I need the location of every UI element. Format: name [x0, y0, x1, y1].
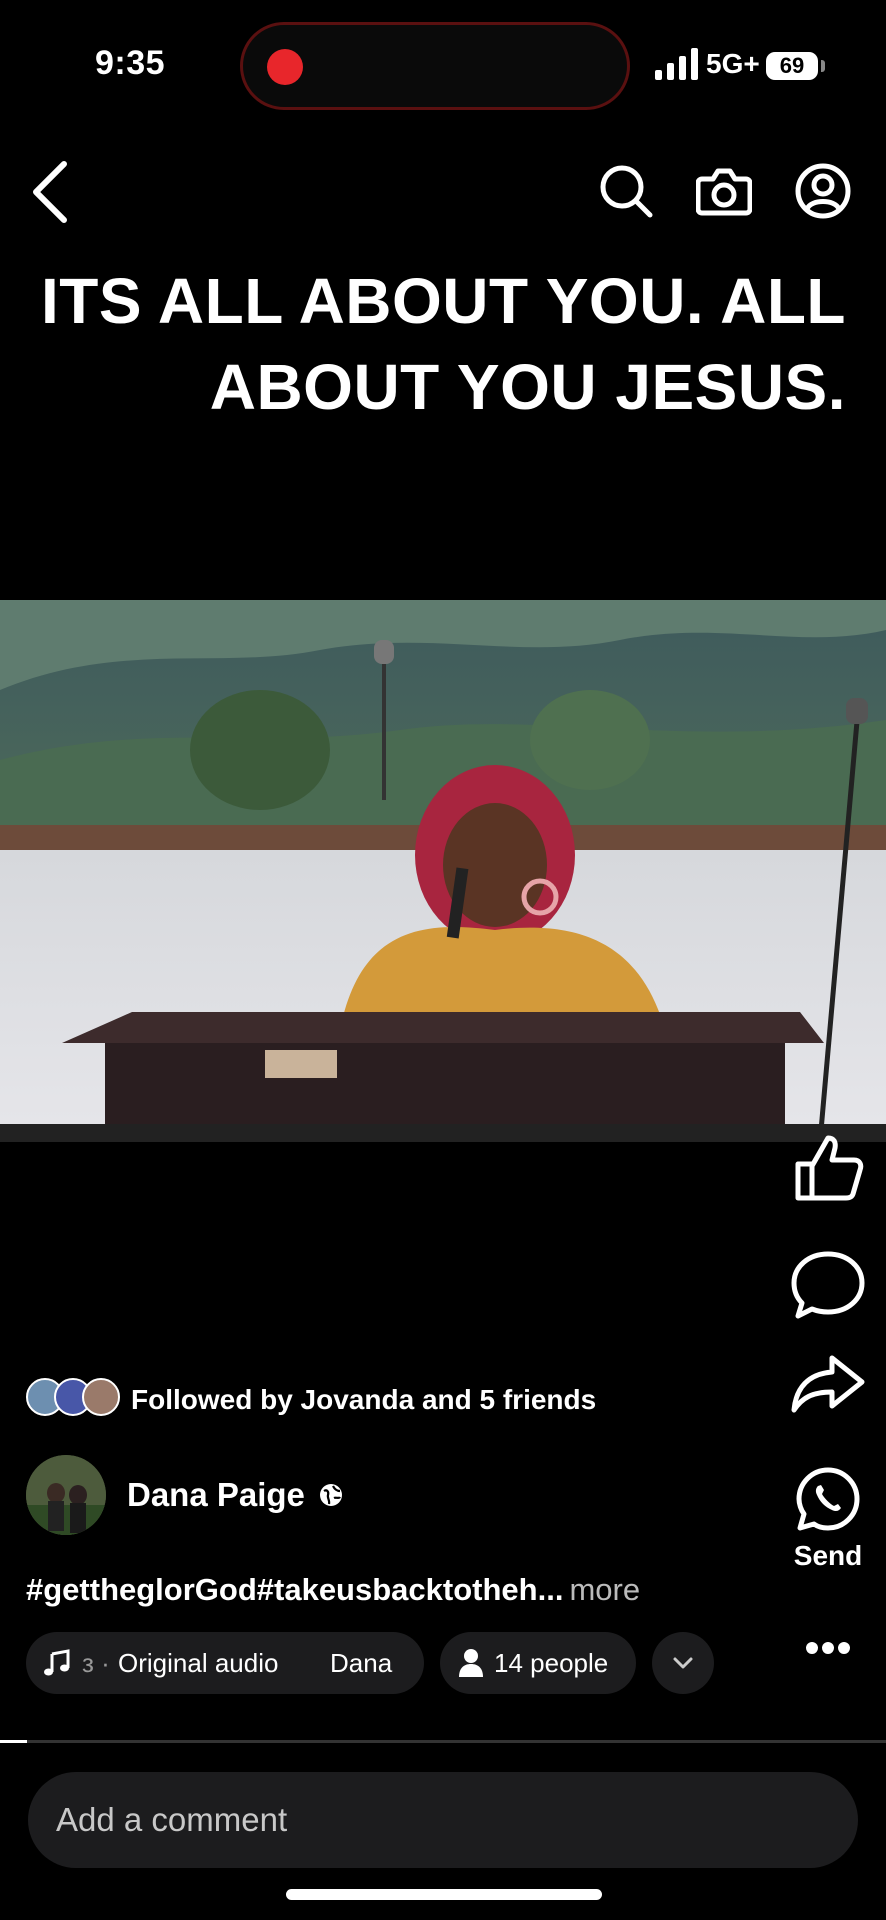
- author-name[interactable]: Dana Paige: [127, 1476, 305, 1514]
- camera-icon[interactable]: [696, 165, 752, 217]
- comment-icon[interactable]: [790, 1250, 866, 1320]
- search-icon[interactable]: [598, 163, 654, 219]
- people-count: 14 people: [494, 1648, 609, 1678]
- network-type: 5G+: [706, 48, 760, 79]
- caption-hashtags[interactable]: #gettheglorGod#takeusbacktotheh...: [26, 1572, 563, 1607]
- home-indicator: [286, 1889, 602, 1900]
- music-note-icon: [44, 1649, 70, 1676]
- battery-icon: 69: [766, 52, 818, 80]
- back-button[interactable]: [30, 160, 70, 224]
- dynamic-island: [240, 22, 630, 110]
- signal-strength-icon: [655, 48, 698, 80]
- caption-more-link[interactable]: more: [569, 1572, 640, 1607]
- video-overlay-text: ITS ALL ABOUT YOU. ALL ABOUT YOU JESUS.: [40, 265, 846, 423]
- author-avatar[interactable]: [26, 1455, 106, 1535]
- globe-icon: [320, 1484, 342, 1506]
- video-progress-fill: [0, 1740, 27, 1743]
- more-options-icon[interactable]: [790, 1628, 866, 1668]
- audio-prefix: з ·: [82, 1648, 110, 1678]
- recording-indicator-icon: [267, 49, 303, 85]
- friend-avatar: [82, 1378, 120, 1416]
- comment-input[interactable]: Add a comment: [28, 1772, 858, 1868]
- people-chip[interactable]: 14 people: [440, 1632, 636, 1694]
- status-time: 9:35: [95, 44, 166, 82]
- post-caption[interactable]: #gettheglorGod#takeusbacktotheh... more: [26, 1572, 640, 1608]
- like-icon[interactable]: [790, 1132, 866, 1204]
- audio-artist: Dana: [330, 1648, 393, 1678]
- audio-label: Original audio: [118, 1648, 279, 1678]
- profile-icon[interactable]: [795, 163, 851, 219]
- chevron-down-icon[interactable]: [652, 1632, 714, 1694]
- audio-chip[interactable]: з · Original audio Dana: [26, 1632, 424, 1694]
- send-label: Send: [793, 1540, 863, 1571]
- whatsapp-icon: [796, 1467, 860, 1531]
- person-icon: [459, 1649, 483, 1677]
- video-player[interactable]: [0, 600, 886, 1142]
- share-icon[interactable]: [790, 1352, 866, 1416]
- followed-by-text[interactable]: Followed by Jovanda and 5 friends: [131, 1384, 596, 1416]
- video-progress-bar[interactable]: [0, 1740, 886, 1743]
- friend-avatars: [26, 1378, 126, 1420]
- battery-tip: [821, 60, 825, 72]
- send-button[interactable]: Send: [790, 1466, 866, 1576]
